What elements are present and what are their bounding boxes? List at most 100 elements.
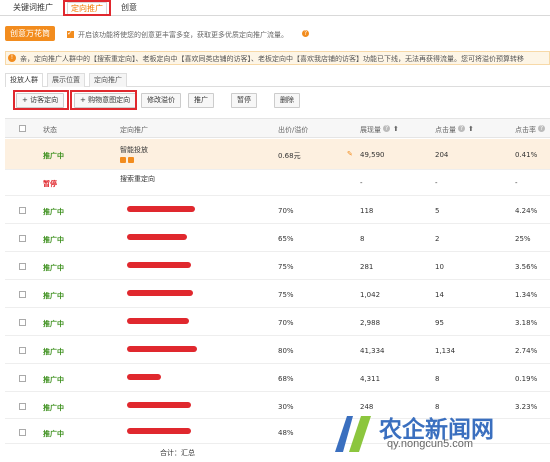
table-row[interactable]: 推广中 75% 281 10 3.56% xyxy=(5,253,550,280)
row-ctr: 4.24% xyxy=(515,207,538,215)
row-impressions: - xyxy=(360,179,363,187)
total-label: 合计：汇总 xyxy=(160,449,195,457)
row-name: 智能投放 xyxy=(120,146,148,154)
help-icon[interactable]: ? xyxy=(458,125,465,132)
row-status: 推广中 xyxy=(43,404,64,412)
help-icon[interactable]: ? xyxy=(383,125,390,132)
row-checkbox[interactable] xyxy=(19,291,26,298)
col-bid[interactable]: 出价/溢价 xyxy=(278,125,308,135)
watermark: 农企新闻网 qy.nongcun5.com xyxy=(331,408,546,458)
row-checkbox[interactable] xyxy=(19,347,26,354)
table-row[interactable]: 推广中 65% 8 2 25% xyxy=(5,225,550,252)
col-clicks[interactable]: 点击量 xyxy=(435,125,456,135)
add-visitor-targeting-button[interactable]: + 访客定向 xyxy=(16,93,65,108)
row-clicks: 204 xyxy=(435,151,449,159)
help-icon[interactable]: ? xyxy=(302,30,309,37)
notice-text: 亲，定向推广人群中的【搜索重定向】、老板定向中【喜欢同类店铺的访客】、老板定向中… xyxy=(20,55,524,63)
row-clicks: 8 xyxy=(435,375,440,383)
tab-creative[interactable]: 创意 xyxy=(118,2,140,16)
table-row[interactable]: 推广中 70% 118 5 4.24% xyxy=(5,197,550,224)
col-ctr[interactable]: 点击率 xyxy=(515,125,536,135)
row-clicks: 5 xyxy=(435,207,440,215)
row-clicks: 95 xyxy=(435,319,444,327)
row-ctr: 0.19% xyxy=(515,375,538,383)
add-shopping-intent-button[interactable]: + 购物意图定向 xyxy=(74,93,137,108)
smart-icon xyxy=(120,157,126,163)
tab-targeted-promotion[interactable]: 定向推广 xyxy=(67,2,107,16)
tab-keyword-promotion[interactable]: 关键词推广 xyxy=(10,2,56,16)
promote-button[interactable]: 推广 xyxy=(188,93,214,108)
row-status: 推广中 xyxy=(43,430,64,438)
select-all-checkbox[interactable] xyxy=(19,125,26,132)
strategy-icon xyxy=(128,157,134,163)
delete-button[interactable]: 删除 xyxy=(274,93,300,108)
row-impressions: 1,042 xyxy=(360,291,381,299)
col-targeting: 定向推广 xyxy=(120,126,148,134)
tab-targeting[interactable]: 定向推广 xyxy=(89,73,127,87)
row-clicks: 1,134 xyxy=(435,347,456,355)
row-impressions: 2,988 xyxy=(360,319,381,327)
col-impressions[interactable]: 展现量 xyxy=(360,125,381,135)
row-clicks: 2 xyxy=(435,235,440,243)
col-status: 状态 xyxy=(43,126,57,134)
row-ctr: 0.41% xyxy=(515,151,538,159)
row-impressions: 41,334 xyxy=(360,347,385,355)
row-ctr: 1.34% xyxy=(515,291,538,299)
sort-arrow-icon[interactable]: ⬆ xyxy=(468,125,474,133)
redaction-mark xyxy=(127,290,193,296)
creative-kaleidoscope-button[interactable]: 创意万花筒 xyxy=(5,26,55,41)
sort-arrow-icon[interactable]: ⬆ xyxy=(393,125,399,133)
warning-icon: ! xyxy=(8,54,16,62)
row-checkbox[interactable] xyxy=(19,429,26,436)
redaction-mark xyxy=(127,346,197,352)
watermark-url: qy.nongcun5.com xyxy=(387,438,474,450)
page: 关键词推广 定向推广 创意 创意万花筒 开启该功能将使您的创意更丰富多变，获取更… xyxy=(0,0,550,462)
table-row[interactable]: 推广中 75% 1,042 14 1.34% xyxy=(5,281,550,308)
row-bid: 48% xyxy=(278,429,294,437)
row-ctr: - xyxy=(515,179,518,187)
row-checkbox[interactable] xyxy=(19,319,26,326)
table-row[interactable]: 暂停 搜索重定向 - - - xyxy=(5,171,550,196)
row-checkbox[interactable] xyxy=(19,207,26,214)
tab-placement[interactable]: 展示位置 xyxy=(47,73,85,87)
row-status: 推广中 xyxy=(43,208,64,216)
row-impressions: 8 xyxy=(360,235,365,243)
table-row[interactable]: 推广中 70% 2,988 95 3.18% xyxy=(5,309,550,336)
table-row[interactable]: 推广中 68% 4,311 8 0.19% xyxy=(5,365,550,392)
row-clicks: 10 xyxy=(435,263,444,271)
redaction-mark xyxy=(127,374,161,380)
row-bid: 0.68元 xyxy=(278,152,301,160)
row-status: 推广中 xyxy=(43,152,64,160)
row-checkbox[interactable] xyxy=(19,403,26,410)
enable-checkbox[interactable] xyxy=(67,29,74,38)
row-checkbox[interactable] xyxy=(19,375,26,382)
pause-button[interactable]: 暂停 xyxy=(231,93,257,108)
row-clicks: 14 xyxy=(435,291,444,299)
row-checkbox[interactable] xyxy=(19,235,26,242)
row-bid: 68% xyxy=(278,375,294,383)
redaction-mark xyxy=(127,206,195,212)
help-icon[interactable]: ? xyxy=(538,125,545,132)
row-impressions: 118 xyxy=(360,207,374,215)
redaction-mark xyxy=(127,402,191,408)
row-bid: 30% xyxy=(278,403,294,411)
row-ctr: 2.74% xyxy=(515,347,538,355)
row-status: 推广中 xyxy=(43,236,64,244)
table-row[interactable]: 推广中 智能投放 0.68元 ✎ 49,590 204 0.41% xyxy=(5,139,550,170)
redaction-mark xyxy=(127,262,191,268)
row-clicks: - xyxy=(435,179,438,187)
row-bid: 75% xyxy=(278,263,294,271)
row-bid: 75% xyxy=(278,291,294,299)
row-checkbox[interactable] xyxy=(19,263,26,270)
row-status: 推广中 xyxy=(43,320,64,328)
creative-toolbar: 创意万花筒 开启该功能将使您的创意更丰富多变，获取更多优质定向推广流量。 ? xyxy=(0,25,550,43)
row-status: 暂停 xyxy=(43,180,57,188)
modify-bid-button[interactable]: 修改溢价 xyxy=(141,93,181,108)
table-row[interactable]: 推广中 80% 41,334 1,134 2.74% xyxy=(5,337,550,364)
watermark-logo-icon xyxy=(335,416,371,452)
tab-audience[interactable]: 投放人群 xyxy=(5,73,43,87)
row-impressions: 4,311 xyxy=(360,375,381,383)
row-status: 推广中 xyxy=(43,376,64,384)
row-ctr: 3.56% xyxy=(515,263,538,271)
edit-icon[interactable]: ✎ xyxy=(347,150,353,158)
